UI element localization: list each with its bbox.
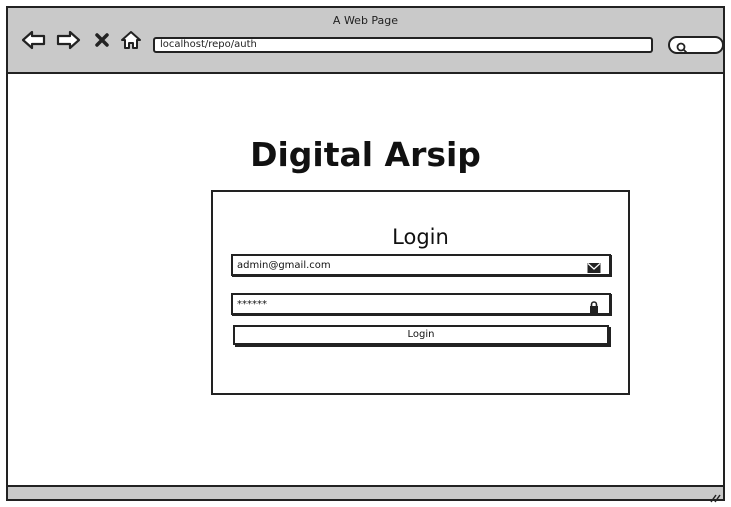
back-arrow-icon[interactable] bbox=[20, 28, 48, 52]
search-icon bbox=[676, 39, 688, 58]
envelope-icon bbox=[587, 259, 601, 273]
login-panel: Login Login bbox=[211, 190, 630, 395]
window-title: A Web Page bbox=[332, 14, 399, 27]
address-bar[interactable]: localhost/repo/auth bbox=[153, 37, 653, 53]
forward-arrow-icon[interactable] bbox=[54, 28, 82, 52]
email-field-wrapper bbox=[231, 254, 611, 276]
lock-icon bbox=[587, 298, 601, 313]
login-heading: Login bbox=[392, 225, 449, 249]
app-title: Digital Arsip bbox=[250, 135, 481, 174]
status-bar bbox=[8, 485, 723, 503]
resize-grip-icon[interactable] bbox=[709, 488, 721, 503]
login-button[interactable]: Login bbox=[233, 325, 609, 345]
email-field[interactable] bbox=[233, 256, 577, 274]
browser-window: A Web Page localhost/repo/auth Digital A… bbox=[6, 6, 725, 503]
close-icon[interactable] bbox=[92, 28, 112, 52]
home-icon[interactable] bbox=[119, 28, 143, 52]
browser-toolbar: A Web Page localhost/repo/auth bbox=[8, 8, 724, 74]
password-field[interactable] bbox=[233, 295, 577, 313]
search-button[interactable] bbox=[668, 36, 724, 54]
password-field-wrapper bbox=[231, 293, 611, 315]
